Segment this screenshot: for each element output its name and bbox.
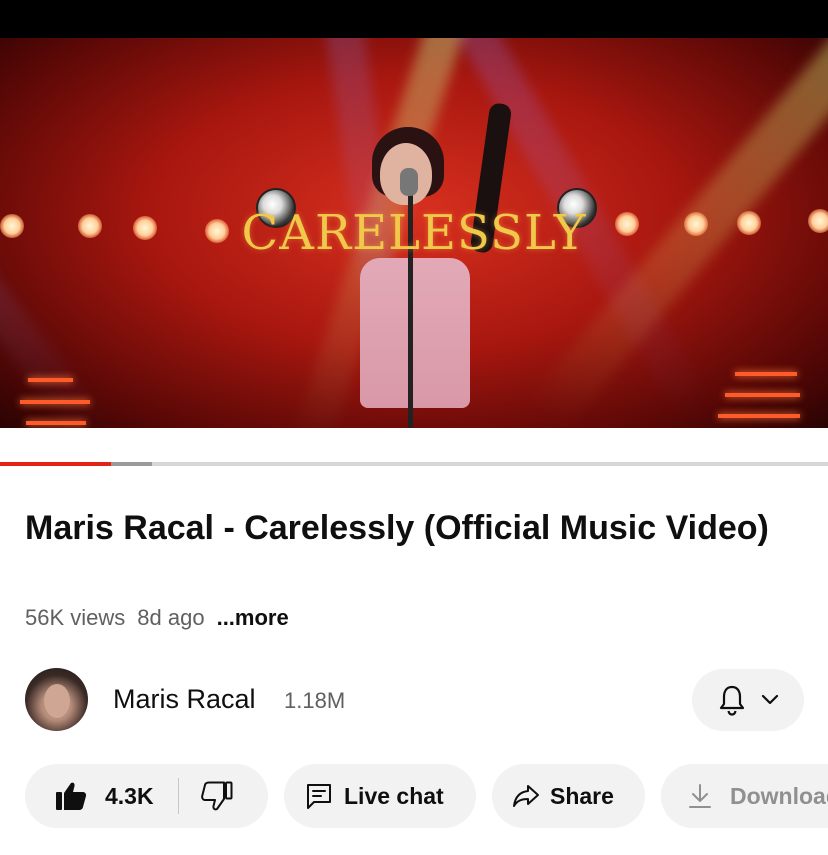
progress-played: [0, 462, 111, 466]
video-title: Maris Racal - Carelessly (Official Music…: [25, 509, 769, 547]
stage-truss: [26, 421, 86, 425]
stage-truss: [28, 378, 73, 382]
download-button[interactable]: Download: [661, 764, 828, 828]
stage-truss: [718, 414, 800, 418]
like-dislike-group: 4.3K: [25, 764, 268, 828]
download-icon: [688, 783, 712, 809]
chevron-down-icon: [761, 694, 779, 706]
like-count: 4.3K: [105, 782, 154, 809]
channel-avatar[interactable]: [25, 668, 88, 731]
video-overlay-title: CARELESSLY: [241, 205, 587, 261]
view-count: 56K views: [25, 605, 126, 630]
like-button[interactable]: 4.3K: [25, 764, 154, 828]
progress-buffered: [110, 462, 152, 466]
bell-icon: [717, 684, 747, 716]
stage-truss: [20, 400, 90, 404]
more-link[interactable]: ...more: [217, 605, 289, 631]
video-meta[interactable]: 56K views 8d ago ...more: [25, 605, 289, 631]
microphone: [400, 168, 418, 196]
thumbs-up-icon: [55, 781, 87, 811]
subscriber-count: 1.18M: [284, 688, 346, 713]
stage-truss: [735, 372, 797, 376]
download-label: Download: [730, 782, 828, 809]
channel-name[interactable]: Maris Racal: [113, 684, 256, 715]
top-black-bar: [0, 0, 828, 38]
thumbs-down-icon: [200, 781, 233, 811]
notification-bell-button[interactable]: [692, 669, 804, 731]
stage-truss: [725, 393, 800, 397]
share-button[interactable]: Share: [492, 764, 645, 828]
share-label: Share: [550, 782, 614, 809]
live-chat-label: Live chat: [344, 782, 444, 809]
video-player[interactable]: CARELESSLY: [0, 38, 828, 428]
live-chat-button[interactable]: Live chat: [284, 764, 476, 828]
upload-age: 8d ago: [137, 605, 205, 630]
share-icon: [512, 784, 540, 808]
chat-icon: [306, 783, 332, 809]
dislike-button[interactable]: [179, 764, 233, 828]
